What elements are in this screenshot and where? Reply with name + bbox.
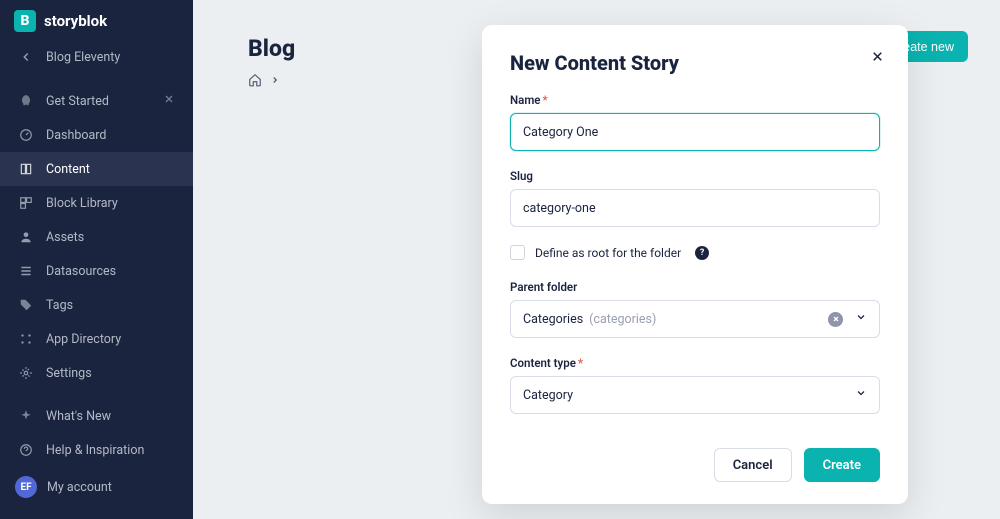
sidebar-item-label: Dashboard	[46, 128, 106, 143]
clear-icon[interactable]	[828, 312, 843, 327]
parent-folder-select[interactable]: Categories (categories)	[510, 300, 880, 338]
rocket-icon	[18, 93, 34, 109]
help-icon[interactable]: ?	[695, 246, 709, 260]
sidebar-item-label: Help & Inspiration	[46, 443, 144, 458]
content-type-value: Category	[523, 388, 573, 403]
sidebar-item-content[interactable]: Content	[0, 152, 193, 186]
chevron-right-icon	[270, 75, 280, 85]
parent-folder-slug: (categories)	[589, 312, 656, 327]
apps-icon	[18, 331, 34, 347]
brand-logo: B	[14, 10, 36, 32]
sidebar-item-label: Get Started	[46, 94, 109, 109]
sidebar-item-label: Datasources	[46, 264, 116, 279]
sidebar: B storyblok Blog Eleventy Get Started Da…	[0, 0, 193, 519]
sidebar-back-label: Blog Eleventy	[46, 50, 120, 65]
page-title: Blog	[248, 35, 295, 62]
sidebar-item-assets[interactable]: Assets	[0, 220, 193, 254]
define-root-label: Define as root for the folder	[535, 246, 681, 260]
sidebar-item-label: App Directory	[46, 332, 121, 347]
sidebar-item-settings[interactable]: Settings	[0, 356, 193, 390]
brand: B storyblok	[0, 0, 193, 40]
person-icon	[18, 229, 34, 245]
account-label: My account	[47, 480, 112, 495]
gauge-icon	[18, 127, 34, 143]
close-button[interactable]	[864, 43, 890, 69]
sidebar-item-block-library[interactable]: Block Library	[0, 186, 193, 220]
gear-icon	[18, 365, 34, 381]
home-icon[interactable]	[248, 73, 262, 87]
sidebar-account[interactable]: EF My account	[0, 467, 193, 507]
sidebar-back[interactable]: Blog Eleventy	[0, 40, 193, 74]
sidebar-item-dashboard[interactable]: Dashboard	[0, 118, 193, 152]
blocks-icon	[18, 195, 34, 211]
checkbox-icon[interactable]	[510, 245, 525, 260]
sidebar-item-label: Tags	[46, 298, 73, 313]
parent-folder-label: Parent folder	[510, 280, 880, 294]
breadcrumb[interactable]	[248, 73, 280, 87]
arrow-left-icon	[18, 49, 34, 65]
name-input[interactable]	[510, 113, 880, 151]
sidebar-item-label: Assets	[46, 230, 84, 245]
name-label: Name*	[510, 93, 880, 107]
content-type-select[interactable]: Category	[510, 376, 880, 414]
new-content-modal: New Content Story Name* Slug Define as r…	[482, 25, 908, 504]
sidebar-item-label: Block Library	[46, 196, 118, 211]
sparkle-icon	[18, 408, 34, 424]
main: Blog Create new New Content Story Name* …	[193, 0, 1000, 519]
modal-title: New Content Story	[510, 51, 880, 75]
sidebar-item-tags[interactable]: Tags	[0, 288, 193, 322]
slug-input[interactable]	[510, 189, 880, 227]
sidebar-item-label: Settings	[46, 366, 92, 381]
slug-label: Slug	[510, 169, 880, 183]
parent-folder-value: Categories	[523, 312, 583, 327]
chevron-down-icon	[855, 311, 867, 327]
create-button[interactable]: Create	[804, 448, 880, 482]
sidebar-item-label: What's New	[46, 409, 111, 424]
define-root-checkbox[interactable]: Define as root for the folder ?	[510, 245, 880, 260]
sidebar-item-whats-new[interactable]: What's New	[0, 399, 193, 433]
close-icon[interactable]	[163, 93, 175, 109]
sidebar-item-label: Content	[46, 162, 90, 177]
cancel-button[interactable]: Cancel	[714, 448, 792, 482]
sidebar-item-app-directory[interactable]: App Directory	[0, 322, 193, 356]
sidebar-item-get-started[interactable]: Get Started	[0, 84, 193, 118]
avatar: EF	[15, 476, 37, 498]
brand-name: storyblok	[44, 12, 107, 30]
chevron-down-icon	[855, 387, 867, 403]
list-icon	[18, 263, 34, 279]
content-icon	[18, 161, 34, 177]
sidebar-item-datasources[interactable]: Datasources	[0, 254, 193, 288]
tag-icon	[18, 297, 34, 313]
help-icon	[18, 442, 34, 458]
content-type-label: Content type*	[510, 356, 880, 370]
sidebar-item-help[interactable]: Help & Inspiration	[0, 433, 193, 467]
